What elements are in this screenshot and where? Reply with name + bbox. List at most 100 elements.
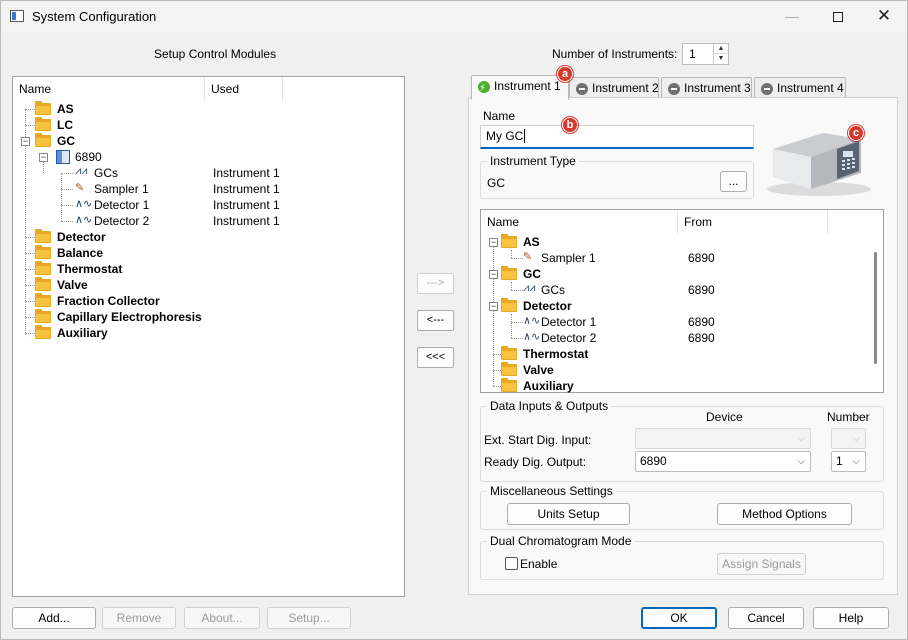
tree-item-detector-1[interactable]: Detector 1: [541, 314, 596, 330]
number-column-header: Number: [827, 410, 870, 424]
remove-button[interactable]: Remove: [102, 607, 176, 629]
tree-item-detector-2[interactable]: Detector 2: [541, 330, 596, 346]
tab-instrument-4[interactable]: Instrument 4: [754, 77, 846, 99]
ready-number-select[interactable]: 1 ⌵: [831, 451, 866, 472]
assign-signals-button[interactable]: Assign Signals: [717, 553, 806, 575]
from-value: 6890: [688, 283, 715, 297]
system-configuration-window: System Configuration — ✕ Setup Control M…: [0, 0, 908, 640]
column-header-name[interactable]: Name: [13, 77, 205, 101]
title-bar: System Configuration — ✕: [1, 1, 907, 32]
folder-icon: [35, 133, 51, 147]
remove-all-modules-button[interactable]: <<<: [417, 347, 454, 368]
collapse-icon[interactable]: −: [489, 302, 498, 311]
tree-item-detector[interactable]: Detector: [57, 229, 106, 245]
tree-item-valve[interactable]: Valve: [57, 277, 88, 293]
folder-icon: [35, 293, 51, 307]
tree-item-balance[interactable]: Balance: [57, 245, 103, 261]
tree-item-auxiliary[interactable]: Auxiliary: [523, 378, 574, 394]
gc-oven-icon: ⩘⩘: [523, 282, 536, 294]
annotation-badge-c: c: [848, 125, 864, 141]
setup-modules-tree[interactable]: Name Used AS LC − GC − 6890 ⩘⩘ GCs Instr…: [12, 76, 405, 597]
tree-item-detector-2[interactable]: Detector 2: [94, 213, 149, 229]
instrument-module-icon: [56, 150, 70, 164]
tree-item-gcs[interactable]: GCs: [94, 165, 118, 181]
window-title: System Configuration: [32, 9, 157, 24]
about-button[interactable]: About...: [184, 607, 260, 629]
sampler-icon: ✎: [75, 182, 85, 194]
minimize-button[interactable]: —: [769, 1, 815, 32]
spin-up-icon[interactable]: ▲: [714, 44, 728, 54]
tree-item-6890[interactable]: 6890: [75, 149, 102, 165]
tree-line: [61, 173, 62, 221]
collapse-icon[interactable]: −: [21, 137, 30, 146]
tree-item-auxiliary[interactable]: Auxiliary: [57, 325, 108, 341]
cancel-button[interactable]: Cancel: [728, 607, 804, 629]
help-button[interactable]: Help: [813, 607, 889, 629]
instrument-name-input[interactable]: My GC: [480, 125, 754, 149]
tree-item-detector-1[interactable]: Detector 1: [94, 197, 149, 213]
chevron-down-icon: ⌵: [797, 456, 805, 467]
name-label: Name: [483, 109, 516, 123]
instrument-type-group: Instrument Type: [480, 154, 754, 199]
tree-item-fraction-collector[interactable]: Fraction Collector: [57, 293, 160, 309]
chevron-down-icon: ⌵: [852, 433, 860, 444]
enable-label: Enable: [520, 557, 558, 571]
tree-item-capillary-electrophoresis[interactable]: Capillary Electrophoresis: [57, 309, 202, 325]
number-of-instruments-label: Number of Instruments:: [552, 47, 678, 61]
ok-button[interactable]: OK: [641, 607, 717, 629]
method-options-button[interactable]: Method Options: [717, 503, 852, 525]
maximize-icon: [833, 12, 843, 23]
tree-item-as[interactable]: AS: [57, 101, 74, 117]
instrument-modules-tree[interactable]: Name From − AS ✎ Sampler 1 6890 − GC ⩘⩘ …: [480, 209, 884, 393]
tab-instrument-3[interactable]: Instrument 3: [661, 77, 752, 99]
ext-start-number-select[interactable]: ⌵: [831, 428, 866, 449]
enable-checkbox[interactable]: [505, 557, 518, 570]
annotation-badge-b: b: [562, 117, 578, 133]
setup-button[interactable]: Setup...: [267, 607, 351, 629]
tree-item-thermostat[interactable]: Thermostat: [523, 346, 588, 362]
tree-item-gc[interactable]: GC: [523, 266, 541, 282]
collapse-icon[interactable]: −: [39, 153, 48, 162]
units-setup-button[interactable]: Units Setup: [507, 503, 630, 525]
gc-oven-icon: ⩘⩘: [75, 165, 88, 177]
tree-item-sampler-1[interactable]: Sampler 1: [94, 181, 149, 197]
remove-module-button[interactable]: <---: [417, 310, 454, 331]
close-button[interactable]: ✕: [861, 1, 907, 32]
folder-icon: [35, 245, 51, 259]
collapse-icon[interactable]: −: [489, 238, 498, 247]
tree-item-sampler-1[interactable]: Sampler 1: [541, 250, 596, 266]
tree-item-lc[interactable]: LC: [57, 117, 73, 133]
tab-label: Instrument 4: [777, 81, 844, 95]
detector-icon: ∧∿: [75, 214, 93, 226]
chevron-down-icon: ⌵: [852, 456, 860, 467]
tab-instrument-2[interactable]: Instrument 2: [569, 77, 659, 99]
tree-item-as[interactable]: AS: [523, 234, 540, 250]
from-value: 6890: [688, 251, 715, 265]
maximize-button[interactable]: [815, 1, 861, 32]
tree-item-detector[interactable]: Detector: [523, 298, 572, 314]
instrument-type-browse-button[interactable]: ...: [720, 171, 747, 192]
ready-device-select[interactable]: 6890 ⌵: [635, 451, 811, 472]
tree-item-gc[interactable]: GC: [57, 133, 75, 149]
tab-instrument-1[interactable]: Instrument 1: [471, 75, 569, 100]
column-header-used[interactable]: Used: [205, 77, 283, 101]
tree-item-valve[interactable]: Valve: [523, 362, 554, 378]
tree-scrollbar[interactable]: [874, 252, 877, 364]
number-of-instruments-spinner[interactable]: 1 ▲ ▼: [682, 43, 729, 65]
ext-start-label: Ext. Start Dig. Input:: [484, 433, 592, 447]
add-button[interactable]: Add...: [12, 607, 96, 629]
folder-icon: [501, 362, 517, 376]
collapse-icon[interactable]: −: [489, 270, 498, 279]
column-header-from[interactable]: From: [678, 210, 828, 234]
inactive-instrument-icon: [761, 83, 773, 95]
detector-icon: ∧∿: [75, 198, 93, 210]
tree-item-thermostat[interactable]: Thermostat: [57, 261, 122, 277]
column-header-name[interactable]: Name: [481, 210, 678, 234]
folder-icon: [501, 266, 517, 280]
tree-item-gcs[interactable]: GCs: [541, 282, 565, 298]
add-module-button[interactable]: --->: [417, 273, 454, 294]
folder-icon: [501, 234, 517, 248]
spin-down-icon[interactable]: ▼: [714, 54, 728, 64]
folder-icon: [501, 378, 517, 392]
ext-start-device-select[interactable]: ⌵: [635, 428, 811, 449]
